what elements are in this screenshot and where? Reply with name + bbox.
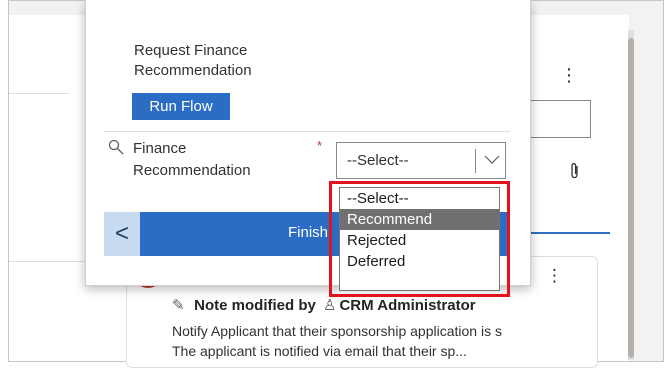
edit-note-icon: ✎ [172,297,185,314]
note-header: ✎ Note modified by ♙ CRM Administrator [172,296,476,316]
step-title: Request Finance Recommendation [134,42,252,79]
dropdown-option-select[interactable]: --Select-- [340,188,499,209]
card-more-icon[interactable]: ⋮ [546,266,563,286]
dropdown-option-rejected[interactable]: Rejected [340,230,499,251]
person-icon: ♙ [323,297,337,314]
dropdown-option-deferred[interactable]: Deferred [340,251,499,272]
search-icon [108,139,124,155]
dropdown-options-list[interactable]: --Select-- Recommend Rejected Deferred [339,187,500,291]
paperclip-icon[interactable] [569,162,581,180]
divider [9,93,69,94]
divider [9,261,89,262]
search-timeline-input[interactable] [530,100,591,138]
finance-recommendation-label: Finance Recommendation [133,140,251,179]
scrollbar-thumb[interactable] [628,38,634,358]
divider [104,131,510,132]
dropdown-option-recommend[interactable]: Recommend [340,209,499,230]
note-body: The applicant is notified via email that… [172,343,467,359]
select-separator [475,149,476,173]
required-indicator: * [317,138,323,153]
back-button[interactable]: < [104,212,140,256]
select-value: --Select-- [347,152,409,169]
active-tab-underline [520,232,610,234]
finish-label[interactable]: Finish [288,221,328,245]
note-prefix: Note modified by [194,297,316,314]
note-author[interactable]: CRM Administrator [339,297,475,314]
run-flow-button[interactable]: Run Flow [132,93,230,120]
chevron-down-icon[interactable] [482,150,502,170]
more-options-icon[interactable]: ⋮ [560,64,578,86]
finance-recommendation-select[interactable]: --Select-- [336,142,506,179]
note-title: Notify Applicant that their sponsorship … [172,323,502,339]
